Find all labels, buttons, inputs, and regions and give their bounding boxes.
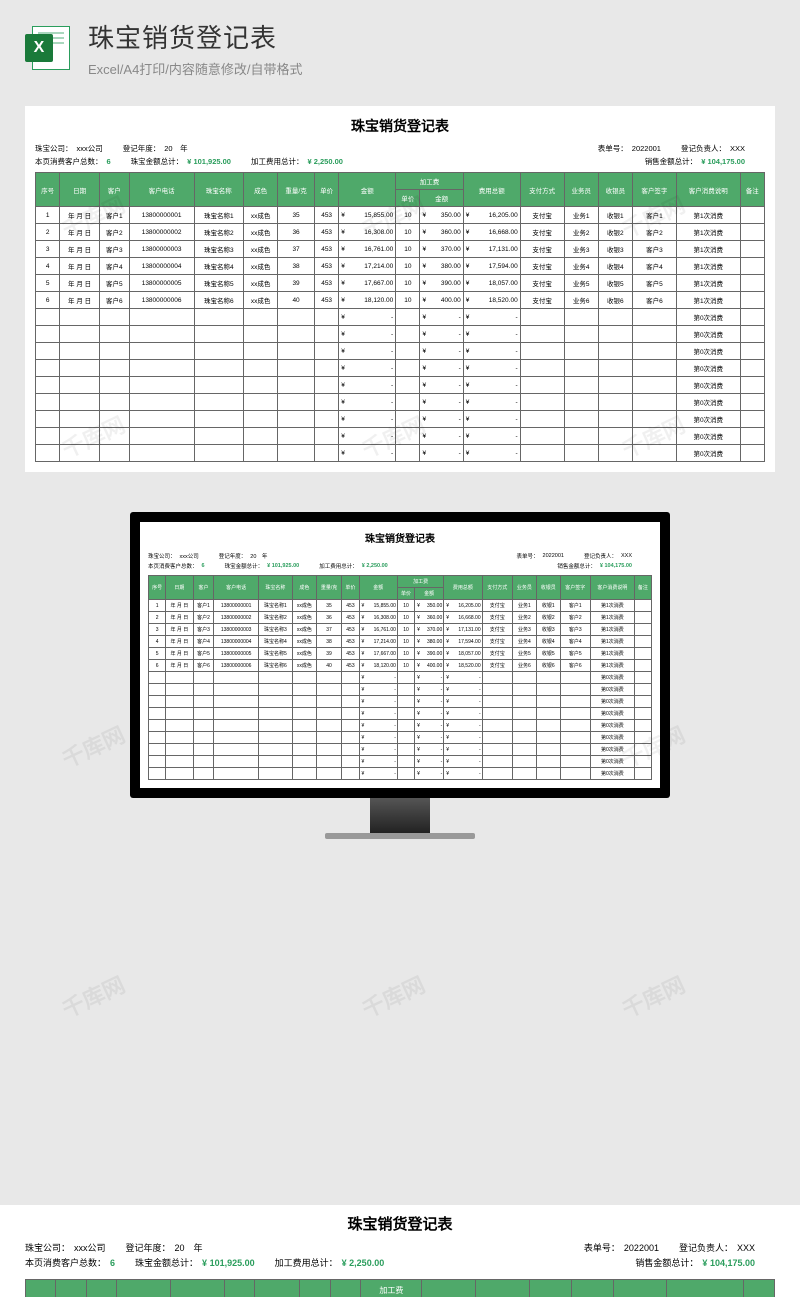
page-subtitle: Excel/A4打印/内容随意修改/自带格式 [88,59,775,78]
table-row-empty: ¥- ¥- ¥- 第0次消费 [36,428,765,445]
meta-row-1: 珠宝公司：xxx公司 登记年度：20 年 表单号：2022001 登记负责人：X… [25,1240,775,1255]
table-row-empty: ¥- ¥- ¥- 第0次消费 [36,377,765,394]
watermark: 千库网 [356,968,429,1025]
table-row: 4年 月 日客户413800000004 珠宝名称4xx成色38453 ¥17,… [36,258,765,275]
preview-card-flat: 珠宝销货登记表 珠宝公司：xxx公司 登记年度：20 年 表单号：2022001… [25,106,775,472]
table-row-empty: ¥- ¥- ¥- 第0次消费 [149,732,652,744]
table-row: 6年 月 日客户613800000006 珠宝名称6xx成色40453 ¥18,… [149,660,652,672]
page-header: X 珠宝销货登记表 Excel/A4打印/内容随意修改/自带格式 [0,0,800,96]
table-row-empty: ¥- ¥- ¥- 第0次消费 [36,343,765,360]
table-row-empty: ¥- ¥- ¥- 第0次消费 [149,768,652,780]
page-title: 珠宝销货登记表 [88,18,775,55]
sales-table-bottom: 序号日期客户 客户电话珠宝名称成色 重量/克单价金额 加工费费用总额 支付方式业… [25,1279,775,1297]
table-row: 2年 月 日客户213800000002 珠宝名称2xx成色36453 ¥16,… [36,224,765,241]
monitor-mockup: 珠宝销货登记表 珠宝公司：xxx公司 登记年度：20 年 表单号：2022001… [130,512,670,839]
table-row-empty: ¥- ¥- ¥- 第0次消费 [149,696,652,708]
excel-x-badge: X [25,34,53,62]
watermark: 千库网 [56,718,129,775]
sheet-title-bottom: 珠宝销货登记表 [25,1213,775,1234]
table-row: 2年 月 日客户213800000002 珠宝名称2xx成色36453 ¥16,… [149,612,652,624]
watermark: 千库网 [616,968,689,1025]
table-row: 6年 月 日客户613800000006 珠宝名称6xx成色40453 ¥18,… [36,292,765,309]
excel-file-icon: X [25,24,73,72]
meta-row-2: 本页消费客户总数：6 珠宝金额总计：¥ 101,925.00 加工费用总计：¥ … [148,561,652,571]
table-row-empty: ¥- ¥- ¥- 第0次消费 [36,394,765,411]
sheet-title: 珠宝销货登记表 [35,116,765,136]
table-row: 4年 月 日客户413800000004 珠宝名称4xx成色38453 ¥17,… [149,636,652,648]
table-row: 1年 月 日客户113800000001 珠宝名称1xx成色35453 ¥15,… [36,207,765,224]
table-row-empty: ¥- ¥- ¥- 第0次消费 [36,445,765,462]
table-row-empty: ¥- ¥- ¥- 第0次消费 [36,326,765,343]
table-row-empty: ¥- ¥- ¥- 第0次消费 [149,756,652,768]
table-row-empty: ¥- ¥- ¥- 第0次消费 [36,309,765,326]
watermark: 千库网 [56,968,129,1025]
table-row-empty: ¥- ¥- ¥- 第0次消费 [36,411,765,428]
table-row: 3年 月 日客户313800000003 珠宝名称3xx成色37453 ¥16,… [36,241,765,258]
sales-table: 序号日期客户 客户电话珠宝名称成色 重量/克单价金额 加工费费用总额 支付方式业… [35,172,765,462]
preview-bottom-crop: 珠宝销货登记表 珠宝公司：xxx公司 登记年度：20 年 表单号：2022001… [0,1205,800,1300]
table-row-empty: ¥- ¥- ¥- 第0次消费 [149,672,652,684]
table-row: 5年 月 日客户513800000005 珠宝名称5xx成色39453 ¥17,… [149,648,652,660]
sales-table-monitor: 序号日期客户 客户电话珠宝名称成色 重量/克单价金额 加工费费用总额 支付方式业… [148,575,652,780]
meta-row-1: 珠宝公司：xxx公司 登记年度：20 年 表单号：2022001 登记负责人：X… [35,142,765,155]
meta-row-2: 本页消费客户总数：6 珠宝金额总计：¥ 101,925.00 加工费用总计：¥ … [35,155,765,168]
table-row-empty: ¥- ¥- ¥- 第0次消费 [36,360,765,377]
table-row-empty: ¥- ¥- ¥- 第0次消费 [149,708,652,720]
meta-row-1: 珠宝公司：xxx公司 登记年度：20 年 表单号：2022001 登记负责人：X… [148,551,652,561]
table-row-empty: ¥- ¥- ¥- 第0次消费 [149,744,652,756]
table-row-empty: ¥- ¥- ¥- 第0次消费 [149,720,652,732]
sheet-title-monitor: 珠宝销货登记表 [148,530,652,545]
table-row: 5年 月 日客户513800000005 珠宝名称5xx成色39453 ¥17,… [36,275,765,292]
table-row-empty: ¥- ¥- ¥- 第0次消费 [149,684,652,696]
table-row: 3年 月 日客户313800000003 珠宝名称3xx成色37453 ¥16,… [149,624,652,636]
table-row: 1年 月 日客户113800000001 珠宝名称1xx成色35453 ¥15,… [149,600,652,612]
meta-row-2: 本页消费客户总数：6 珠宝金额总计：¥ 101,925.00 加工费用总计：¥ … [25,1255,775,1270]
